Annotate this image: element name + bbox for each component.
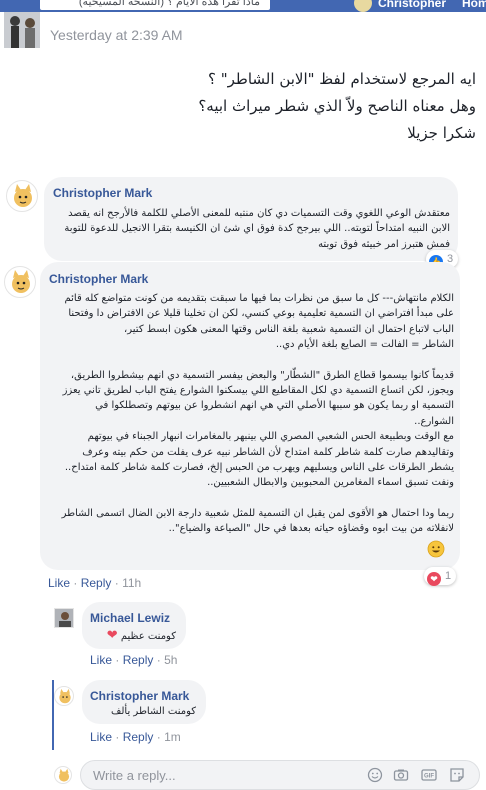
reply-link[interactable]: Reply bbox=[123, 653, 154, 667]
cat-avatar-icon bbox=[14, 184, 32, 207]
svg-text:GIF: GIF bbox=[424, 774, 434, 780]
comment-line: الكلام مانتهاش--- كل ما سبق من نظرات بما… bbox=[64, 293, 454, 304]
commenter-avatar[interactable] bbox=[6, 180, 38, 212]
post-line: وهل معناه الناصح ولاّ الذي شطر ميراث ابي… bbox=[198, 97, 476, 115]
comment-line: ويجوز، لكن اتساع التسمية دي لكل المقاطيع… bbox=[62, 385, 454, 397]
comment-bubble: Christopher Mark معتقدش الوعي اللغوي وقت… bbox=[44, 177, 458, 261]
comment-line: التسمية او ربما يكون هو سببها الأصلي الت… bbox=[95, 400, 454, 412]
comment-text: الكلام مانتهاش--- كل ما سبق من نظرات بما… bbox=[46, 291, 454, 537]
comment-line: يشطر الطرقات على الناس ويسليهم ويهرب من … bbox=[64, 462, 454, 474]
reply-line: كومنت عظيم bbox=[120, 631, 176, 642]
reply-link[interactable]: Reply bbox=[123, 730, 154, 744]
comment-line: الشاطر = الفالت = الصايع بلغة الأيام دي.… bbox=[275, 339, 454, 351]
post-body: ايه المرجع لاستخدام لفظ "الابن الشاطر" ؟… bbox=[16, 66, 476, 147]
reply-author[interactable]: Christopher Mark bbox=[90, 689, 189, 703]
emoji-icon[interactable] bbox=[367, 767, 383, 783]
smile-emoji-icon bbox=[427, 540, 445, 558]
comment-line: ونفت تسبق اسماء المغامرين المحبوبين والا… bbox=[207, 477, 454, 489]
comment-line: ربما ودا احتمال هو الأقوى لمن يقبل ان ال… bbox=[61, 507, 454, 519]
comment-line bbox=[46, 353, 454, 368]
like-link[interactable]: Like bbox=[90, 730, 112, 744]
search-input[interactable]: ماذا تقرأ هذه الأيام ؟ (النسخة المسيحية) bbox=[40, 0, 270, 10]
reply-thread-line bbox=[52, 680, 54, 750]
reply-text: كومنت عظيم ❤ bbox=[88, 628, 176, 644]
reply-bubble: Michael Lewiz كومنت عظيم ❤ bbox=[82, 602, 186, 649]
comment-reactions[interactable]: ❤ 1 bbox=[424, 567, 457, 586]
reply-placeholder: Write a reply... bbox=[93, 768, 176, 783]
comment-author[interactable]: Christopher Mark bbox=[53, 186, 152, 200]
reply-actions: Like · Reply · 5h bbox=[90, 653, 178, 667]
post-line: شكرا جزيلا bbox=[407, 124, 476, 142]
reply-time[interactable]: 1m bbox=[164, 730, 181, 744]
comment-time[interactable]: 11h bbox=[122, 576, 141, 590]
cat-avatar-icon bbox=[58, 768, 70, 782]
comment-line: مع الوقت وبطبيعة الحس الشعبي المصري اللي… bbox=[87, 431, 454, 443]
home-link[interactable]: Hom bbox=[462, 0, 486, 9]
comment-line bbox=[46, 491, 454, 506]
post-author-avatar[interactable] bbox=[4, 12, 40, 48]
comment-text: معتقدش الوعي اللغوي وقت التسميات دي كان … bbox=[52, 206, 450, 252]
camera-icon[interactable] bbox=[393, 767, 409, 783]
comment-line: قديماً كانوا بيسموا قطاع الطرق "الشطّار"… bbox=[70, 369, 454, 381]
comment-author[interactable]: Christopher Mark bbox=[49, 272, 148, 286]
profile-name-link[interactable]: Christopher bbox=[378, 0, 446, 9]
reply-text: كومنت الشاطر يألف bbox=[111, 706, 196, 717]
reply-bubble: Christopher Mark كومنت الشاطر يألف bbox=[82, 680, 206, 724]
reply-actions: Like · Reply · 1m bbox=[90, 730, 181, 744]
comment-line: وتقاليدهم صارت كلمة شاطر كلمة امتداح لأن… bbox=[82, 446, 454, 458]
comment-line: الباب لاتباع احتمال ان التسمية شعبية بلغ… bbox=[124, 323, 454, 335]
reply-time[interactable]: 5h bbox=[164, 653, 177, 667]
comment-line: الشوارع.. bbox=[414, 415, 454, 427]
post-line: ايه المرجع لاستخدام لفظ "الابن الشاطر" ؟ bbox=[208, 70, 476, 88]
reply-author[interactable]: Michael Lewiz bbox=[90, 611, 170, 625]
comment-line: لانفلاته من بيت ابوه وقضاؤه حياته بعدها … bbox=[168, 523, 454, 535]
comment-line: الابن النبيه امتداحاً لتوبته.. اللي بيرج… bbox=[64, 223, 450, 235]
gif-icon[interactable]: GIF bbox=[421, 767, 437, 783]
comment-line: معتقدش الوعي اللغوي وقت التسميات دي كان … bbox=[68, 208, 450, 219]
cat-avatar-icon bbox=[12, 270, 30, 293]
like-link[interactable]: Like bbox=[90, 653, 112, 667]
comment-line: على مبدأ افتراضي ان التسمية تعليمية بوعي… bbox=[68, 308, 454, 320]
top-navigation-bar: ماذا تقرأ هذه الأيام ؟ (النسخة المسيحية)… bbox=[0, 0, 486, 12]
reaction-count: 1 bbox=[445, 570, 452, 582]
reply-author-avatar[interactable] bbox=[54, 686, 74, 706]
profile-avatar[interactable] bbox=[354, 0, 372, 12]
love-icon: ❤ bbox=[427, 572, 441, 586]
heart-icon: ❤ bbox=[106, 628, 118, 643]
cat-avatar-icon bbox=[59, 688, 71, 704]
reply-author-avatar[interactable] bbox=[54, 608, 74, 628]
comment-actions: Like · Reply · 11h bbox=[48, 576, 142, 590]
reply-link[interactable]: Reply bbox=[81, 576, 112, 590]
post-timestamp[interactable]: Yesterday at 2:39 AM bbox=[50, 27, 183, 43]
reply-input[interactable]: Write a reply... GIF bbox=[80, 760, 480, 790]
sticker-icon[interactable] bbox=[449, 767, 465, 783]
comment-line: فمش هتبرز امر خبيثه فوق توبته bbox=[318, 238, 450, 250]
commenter-avatar[interactable] bbox=[4, 266, 36, 298]
current-user-avatar bbox=[54, 766, 72, 784]
comment-bubble: Christopher Mark الكلام مانتهاش--- كل ما… bbox=[40, 262, 460, 570]
like-link[interactable]: Like bbox=[48, 576, 70, 590]
